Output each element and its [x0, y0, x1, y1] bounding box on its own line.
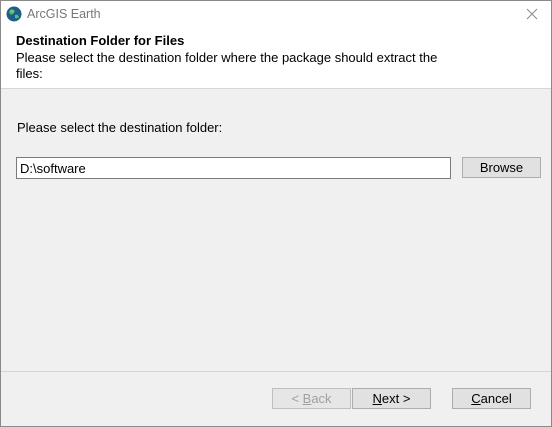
close-icon [526, 8, 538, 20]
cancel-button[interactable]: Cancel [452, 388, 531, 409]
back-prefix: < [291, 391, 303, 406]
next-button[interactable]: Next > [352, 388, 431, 409]
globe-icon [6, 6, 22, 22]
window-title: ArcGIS Earth [27, 7, 101, 21]
destination-path-input[interactable] [16, 157, 451, 179]
next-rest: ext > [381, 391, 411, 406]
folder-prompt-label: Please select the destination folder: [17, 120, 223, 135]
title-bar: ArcGIS Earth [1, 1, 551, 27]
cancel-mnemonic: C [471, 391, 481, 406]
back-rest: ack [311, 391, 332, 406]
installer-window: ArcGIS Earth Destination Folder for File… [0, 0, 552, 427]
footer-divider [1, 371, 551, 372]
back-button[interactable]: < Back [272, 388, 351, 409]
wizard-header: Destination Folder for Files Please sele… [1, 27, 551, 89]
next-mnemonic: N [372, 391, 382, 406]
page-description: Please select the destination folder whe… [16, 50, 438, 81]
close-button[interactable] [523, 5, 541, 23]
cancel-rest: ancel [480, 391, 512, 406]
browse-button[interactable]: Browse [462, 157, 541, 178]
page-title: Destination Folder for Files [16, 33, 185, 48]
